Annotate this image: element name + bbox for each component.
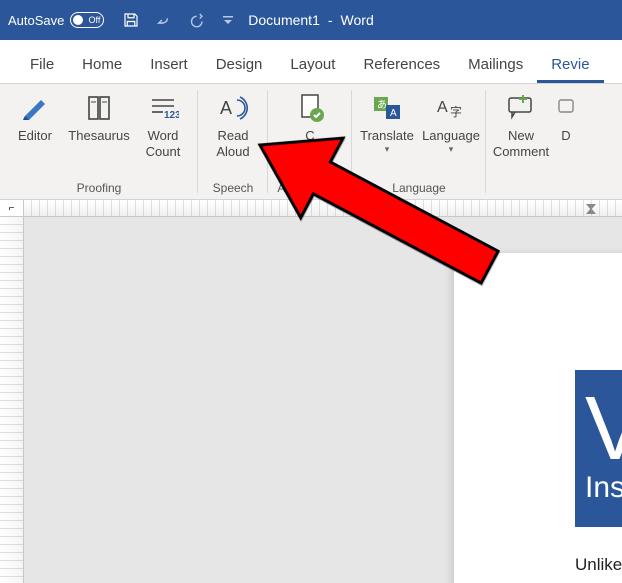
thesaurus-icon — [83, 92, 115, 124]
body-text: Unlike — [575, 555, 622, 575]
language-button[interactable]: A字 Language ▾ — [422, 88, 480, 178]
word-count-icon: 123 — [147, 92, 179, 124]
ruler-row: ⌐ — [0, 200, 622, 217]
svg-text:A: A — [220, 98, 232, 118]
margin-marker-icon[interactable] — [586, 200, 596, 217]
group-accessibility: C ibility ▾ Accessibility — [268, 84, 352, 199]
group-comments: New Comment D — [486, 84, 582, 199]
translate-button[interactable]: あA Translate ▾ — [358, 88, 416, 178]
ruler-corner[interactable]: ⌐ — [0, 200, 24, 216]
group-label-proofing: Proofing — [77, 178, 122, 197]
delete-comment-label: D — [561, 128, 570, 144]
svg-text:A: A — [390, 108, 397, 119]
group-speech: A Read Aloud Speech — [198, 84, 268, 199]
tab-insert[interactable]: Insert — [136, 46, 202, 83]
language-label: Language — [422, 128, 480, 144]
editor-label: Editor — [18, 128, 52, 144]
read-aloud-button[interactable]: A Read Aloud — [204, 88, 262, 178]
group-label-accessibility: Accessibility — [277, 178, 342, 197]
thesaurus-button[interactable]: Thesaurus — [70, 88, 128, 178]
language-icon: A字 — [435, 92, 467, 124]
svg-text:A: A — [437, 99, 448, 116]
title-big: V — [585, 393, 622, 465]
word-count-label-2: Count — [146, 144, 181, 160]
svg-text:123: 123 — [164, 110, 179, 121]
group-proofing: Editor Thesaurus 123 Word Count Proofing — [0, 84, 198, 199]
vertical-ruler[interactable] — [0, 217, 24, 583]
delete-comment-button[interactable]: D — [556, 88, 576, 178]
autosave-toggle[interactable]: Off — [70, 12, 104, 28]
tab-mailings[interactable]: Mailings — [454, 46, 537, 83]
svg-text:字: 字 — [450, 104, 462, 119]
chevron-down-icon: ▾ — [449, 144, 454, 155]
ribbon: Editor Thesaurus 123 Word Count Proofing… — [0, 84, 622, 200]
translate-icon: あA — [371, 92, 403, 124]
autosave-control[interactable]: AutoSave Off — [8, 12, 104, 28]
tab-home[interactable]: Home — [68, 46, 136, 83]
editor-button[interactable]: Editor — [6, 88, 64, 178]
redo-icon[interactable] — [190, 12, 208, 28]
horizontal-ruler[interactable] — [24, 200, 622, 216]
group-label-speech: Speech — [213, 178, 254, 197]
app-name: Word — [341, 12, 374, 28]
check-accessibility-label-1: C — [305, 128, 314, 144]
new-comment-button[interactable]: New Comment — [492, 88, 550, 178]
editor-area: V Ins Unlike — [0, 217, 622, 583]
read-aloud-label-2: Aloud — [216, 144, 249, 160]
undo-icon[interactable] — [154, 12, 176, 28]
title-bar: AutoSave Off Document1 - Word — [0, 0, 622, 40]
group-language: あA Translate ▾ A字 Language ▾ Language — [352, 84, 486, 199]
tab-review[interactable]: Revie — [537, 46, 603, 83]
editor-icon — [19, 92, 51, 124]
document-name: Document1 — [248, 12, 320, 28]
chevron-down-icon: ▾ — [385, 144, 390, 155]
tab-file[interactable]: File — [16, 46, 68, 83]
autosave-label: AutoSave — [8, 13, 64, 28]
window-title: Document1 - Word — [248, 12, 373, 28]
document-canvas[interactable]: V Ins Unlike — [24, 217, 622, 583]
chevron-down-icon: ▾ — [308, 161, 313, 172]
qat-overflow-icon[interactable] — [222, 14, 234, 26]
new-comment-icon — [505, 92, 537, 124]
group-label-comments — [532, 178, 535, 197]
word-count-label-1: Word — [148, 128, 179, 144]
ribbon-tabs: File Home Insert Design Layout Reference… — [0, 40, 622, 84]
thesaurus-label: Thesaurus — [68, 128, 129, 144]
check-accessibility-button[interactable]: C ibility ▾ — [274, 88, 346, 178]
delete-comment-icon — [557, 92, 575, 124]
svg-text:あ: あ — [377, 99, 387, 111]
translate-label: Translate — [360, 128, 414, 144]
read-aloud-label-1: Read — [217, 128, 248, 144]
read-aloud-icon: A — [217, 92, 249, 124]
autosave-state: Off — [89, 15, 101, 25]
word-count-button[interactable]: 123 Word Count — [134, 88, 192, 178]
title-separator: - — [328, 12, 333, 28]
group-label-language: Language — [392, 178, 445, 197]
new-comment-label-2: Comment — [493, 144, 549, 160]
new-comment-label-1: New — [508, 128, 534, 144]
qat — [122, 11, 234, 29]
tab-design[interactable]: Design — [202, 46, 277, 83]
tab-layout[interactable]: Layout — [276, 46, 349, 83]
accessibility-icon — [294, 92, 326, 124]
tab-references[interactable]: References — [349, 46, 454, 83]
title-sub: Ins — [585, 471, 622, 505]
title-block: V Ins — [575, 370, 622, 527]
save-icon[interactable] — [122, 11, 140, 29]
check-accessibility-label-2: ibility — [296, 144, 325, 160]
